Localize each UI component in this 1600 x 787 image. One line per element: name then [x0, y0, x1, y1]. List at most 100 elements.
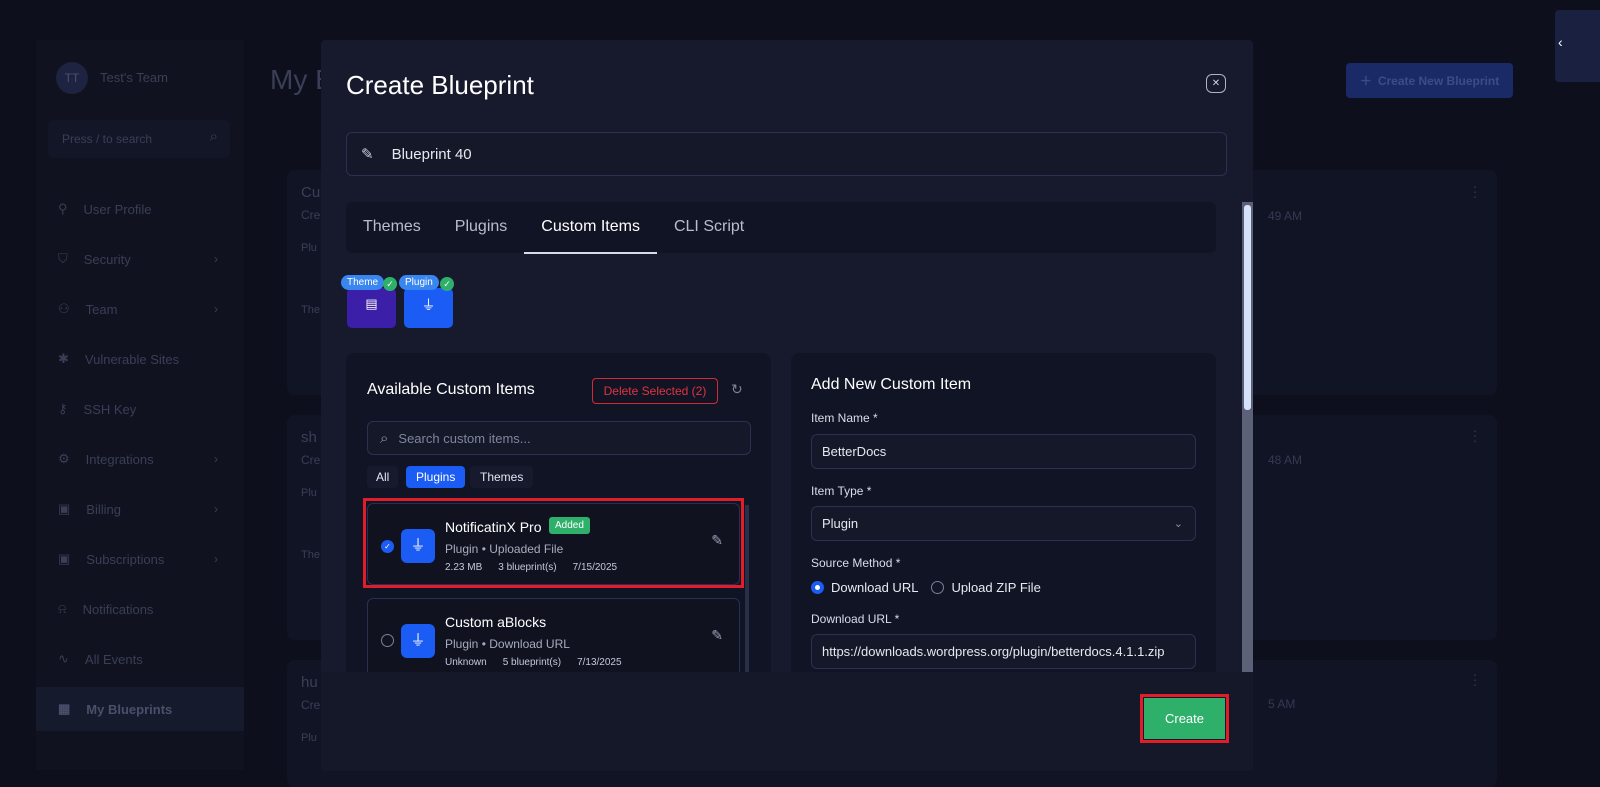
chevron-left-icon: ‹ [1558, 34, 1563, 50]
edit-icon[interactable]: ✎ [711, 627, 723, 644]
card-plugins-label: Plu [301, 242, 317, 254]
plug-icon: ⏚ [421, 297, 436, 313]
chevron-right-icon: › [214, 252, 218, 266]
activity-icon: ∿ [58, 651, 69, 666]
item-type-value: Plugin [822, 516, 859, 531]
radio-upload-zip[interactable] [931, 581, 945, 594]
sidebar-item-label: Integrations [85, 451, 154, 467]
item-blueprint-count: 5 blueprint(s) [502, 657, 562, 668]
item-name: Custom aBlocks [445, 614, 547, 630]
radio-download-url-label[interactable]: Download URL [831, 580, 918, 595]
item-type-select[interactable]: Plugin ⌄ [811, 506, 1196, 541]
selected-plugin-tile[interactable]: ⏚ [404, 288, 453, 328]
sidebar-item-billing[interactable]: ▣ Billing › [36, 487, 244, 531]
billing-icon: ▣ [58, 501, 71, 516]
list-scrollbar[interactable] [745, 505, 749, 672]
selected-plugin-badge: Plugin [399, 275, 439, 290]
plug-icon: ⏚ [401, 624, 435, 658]
create-new-blueprint-button[interactable]: ＋ Create New Blueprint [1346, 63, 1513, 98]
chevron-down-icon: ⌄ [1173, 518, 1183, 530]
scrollbar-thumb[interactable] [1244, 205, 1251, 410]
search-placeholder: Search custom items... [398, 430, 531, 446]
item-name-label: Item Name * [811, 411, 878, 425]
sidebar-item-label: Vulnerable Sites [84, 351, 180, 367]
modal-tabs: Themes Plugins Custom Items CLI Script [346, 202, 1216, 254]
sidebar-search[interactable]: Press / to search ⌕ [48, 120, 230, 158]
sidebar-item-vulnerable-sites[interactable]: ✱ Vulnerable Sites [36, 337, 244, 381]
sidebar-item-user-profile[interactable]: ⚲ User Profile [36, 187, 244, 231]
delete-selected-button[interactable]: Delete Selected (2) [592, 378, 718, 404]
card-time: 5 AM [1268, 697, 1296, 711]
radio-download-url[interactable] [811, 581, 824, 594]
tab-cli-script[interactable]: CLI Script [674, 202, 744, 253]
avatar[interactable]: TT [56, 62, 88, 94]
card-themes-label: The [301, 549, 320, 561]
card-themes-label: The [301, 304, 320, 316]
custom-items-search[interactable]: ⌕ Search custom items... [367, 421, 751, 455]
refresh-icon[interactable]: ↻ [731, 381, 743, 398]
key-icon: ⚷ [58, 401, 68, 416]
chevron-right-icon: › [214, 502, 218, 516]
card-time: 49 AM [1268, 209, 1303, 223]
check-icon: ✓ [383, 277, 397, 291]
team-icon: ⚇ [58, 301, 70, 316]
collapse-panel-toggle[interactable]: ‹ [1555, 10, 1600, 82]
search-icon: ⌕ [380, 429, 389, 447]
sidebar-item-all-events[interactable]: ∿ All Events [36, 637, 244, 681]
modal-footer [321, 672, 1253, 771]
filter-plugins[interactable]: Plugins [406, 466, 466, 488]
tab-themes[interactable]: Themes [363, 202, 421, 253]
form-title: Add New Custom Item [811, 376, 972, 393]
source-method-label: Source Method * [811, 556, 901, 570]
pencil-icon: ✎ [361, 146, 374, 163]
card-plugins-label: Plu [301, 732, 317, 744]
sidebar-item-label: My Blueprints [86, 701, 173, 717]
kebab-menu-icon[interactable]: · · · [1472, 667, 1478, 691]
filter-themes[interactable]: Themes [470, 466, 534, 488]
card-title: Cu [301, 184, 321, 201]
sidebar-item-integrations[interactable]: ⚙ Integrations › [36, 437, 244, 481]
sidebar-item-label: Security [83, 251, 131, 267]
download-url-label: Download URL * [811, 612, 900, 626]
list-item[interactable]: ⏚ Custom aBlocks Plugin • Download URL U… [367, 598, 740, 672]
item-size: Unknown [445, 657, 487, 668]
kebab-menu-icon[interactable]: · · · [1472, 179, 1478, 203]
sidebar-item-label: Notifications [82, 601, 154, 617]
card-title: hu [301, 674, 318, 691]
sidebar-item-security[interactable]: ⛉ Security › [36, 237, 244, 281]
chevron-right-icon: › [214, 452, 218, 466]
filter-all[interactable]: All [367, 466, 399, 488]
sidebar-item-my-blueprints[interactable]: ▦ My Blueprints [36, 687, 244, 731]
card-subtitle: Cre [301, 208, 321, 222]
item-name-input[interactable]: BetterDocs [811, 434, 1196, 469]
card-subtitle: Cre [301, 698, 321, 712]
selected-theme-tile[interactable]: ▤ [347, 288, 396, 328]
modal-title: Create Blueprint [346, 70, 534, 100]
modal-scrollbar[interactable] [1242, 202, 1253, 672]
kebab-menu-icon[interactable]: · · · [1472, 423, 1478, 447]
sidebar-search-placeholder: Press / to search [62, 132, 153, 146]
item-source: Plugin • Download URL [445, 637, 570, 651]
sidebar-item-label: User Profile [83, 201, 152, 217]
tab-custom-items[interactable]: Custom Items [524, 202, 657, 254]
item-checkbox[interactable] [381, 634, 394, 647]
plus-icon: ＋ [1359, 74, 1372, 88]
sidebar-item-label: Billing [86, 501, 121, 517]
blueprint-icon: ▦ [58, 701, 71, 716]
blueprint-name-value: Blueprint 40 [391, 145, 472, 163]
card-plugins-label: Plu [301, 487, 317, 499]
radio-upload-zip-label[interactable]: Upload ZIP File [951, 580, 1040, 595]
sidebar-item-notifications[interactable]: ⍾ Notifications [36, 587, 244, 631]
sidebar: TT Test's Team Press / to search ⌕ ⚲ User… [36, 40, 244, 770]
sidebar-item-subscriptions[interactable]: ▣ Subscriptions › [36, 537, 244, 581]
download-url-input[interactable]: https://downloads.wordpress.org/plugin/b… [811, 634, 1196, 669]
close-icon[interactable]: ✕ [1206, 74, 1226, 93]
subscription-icon: ▣ [58, 551, 71, 566]
sidebar-item-label: All Events [84, 651, 143, 667]
sidebar-item-ssh-key[interactable]: ⚷ SSH Key [36, 387, 244, 431]
sidebar-item-team[interactable]: ⚇ Team › [36, 287, 244, 331]
tab-plugins[interactable]: Plugins [455, 202, 507, 253]
team-name[interactable]: Test's Team [100, 70, 168, 85]
blueprint-name-input[interactable]: ✎ Blueprint 40 [346, 132, 1227, 176]
card-subtitle: Cre [301, 453, 321, 467]
